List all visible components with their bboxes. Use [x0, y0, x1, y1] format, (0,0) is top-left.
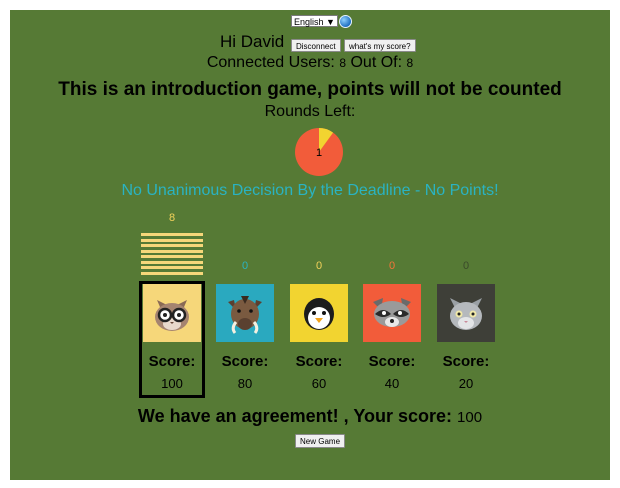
new-game-button[interactable]: New Game — [295, 434, 346, 448]
globe-icon[interactable] — [339, 15, 352, 28]
connected-count: 8 — [339, 56, 347, 70]
animal-tile-warthog[interactable] — [216, 284, 274, 342]
score-label: Score: — [442, 353, 490, 370]
player-votes: 0 — [315, 260, 323, 272]
connected-users: Connected Users: 8 Out Of: 8 — [10, 54, 610, 72]
intro-notice: This is an introduction game, points wil… — [58, 79, 562, 100]
animal-tile-grey-cat[interactable] — [437, 284, 495, 342]
score-label: Score: — [295, 353, 343, 370]
connected-prefix: Connected Users: — [206, 54, 335, 71]
raccoon-icon — [373, 298, 411, 327]
selected-player-frame — [139, 281, 205, 398]
animal-tile-raccoon[interactable] — [363, 284, 421, 342]
grey-cat-icon — [450, 298, 482, 330]
language-select[interactable]: English ▼ — [291, 15, 338, 27]
animal-tile-penguin[interactable] — [290, 284, 348, 342]
score-value: 80 — [237, 376, 253, 391]
player-votes: 0 — [462, 260, 470, 272]
vote-bar — [141, 244, 203, 247]
warthog-icon — [228, 296, 262, 334]
score-label: Score: — [221, 353, 269, 370]
out-of-prefix: Out Of: — [350, 54, 403, 71]
player-votes: 0 — [388, 260, 396, 272]
no-unanimous-message: No Unanimous Decision By the Deadline - … — [121, 182, 499, 199]
game-stage: English ▼ Hi David Disconnect what's my … — [10, 10, 610, 480]
score-value: 40 — [384, 376, 400, 391]
vote-bar — [141, 260, 203, 264]
vote-bar — [141, 271, 203, 275]
vote-bar — [141, 249, 203, 253]
rounds-left-value: 1 — [316, 147, 322, 159]
player-votes: 8 — [168, 212, 176, 224]
vote-bar — [141, 238, 203, 242]
rounds-pie: 1 — [295, 128, 343, 176]
score-label: Score: — [368, 353, 416, 370]
your-score: 100 — [457, 409, 483, 426]
rounds-left-label: Rounds Left: — [264, 103, 356, 120]
agreement-text: We have an agreement! , Your score: — [137, 406, 453, 426]
vote-bar — [141, 233, 203, 236]
out-of-count: 8 — [406, 56, 414, 70]
score-value: 20 — [458, 376, 474, 391]
agreement-message: We have an agreement! , Your score: 100 — [10, 406, 610, 427]
vote-bar — [141, 266, 203, 269]
score-value: 60 — [311, 376, 327, 391]
player-votes: 0 — [241, 260, 249, 272]
greeting: Hi David — [220, 32, 285, 51]
whats-my-score-button[interactable]: what's my score? — [344, 39, 416, 52]
vote-bar — [141, 255, 203, 258]
disconnect-button[interactable]: Disconnect — [291, 39, 341, 52]
penguin-icon — [304, 298, 334, 330]
